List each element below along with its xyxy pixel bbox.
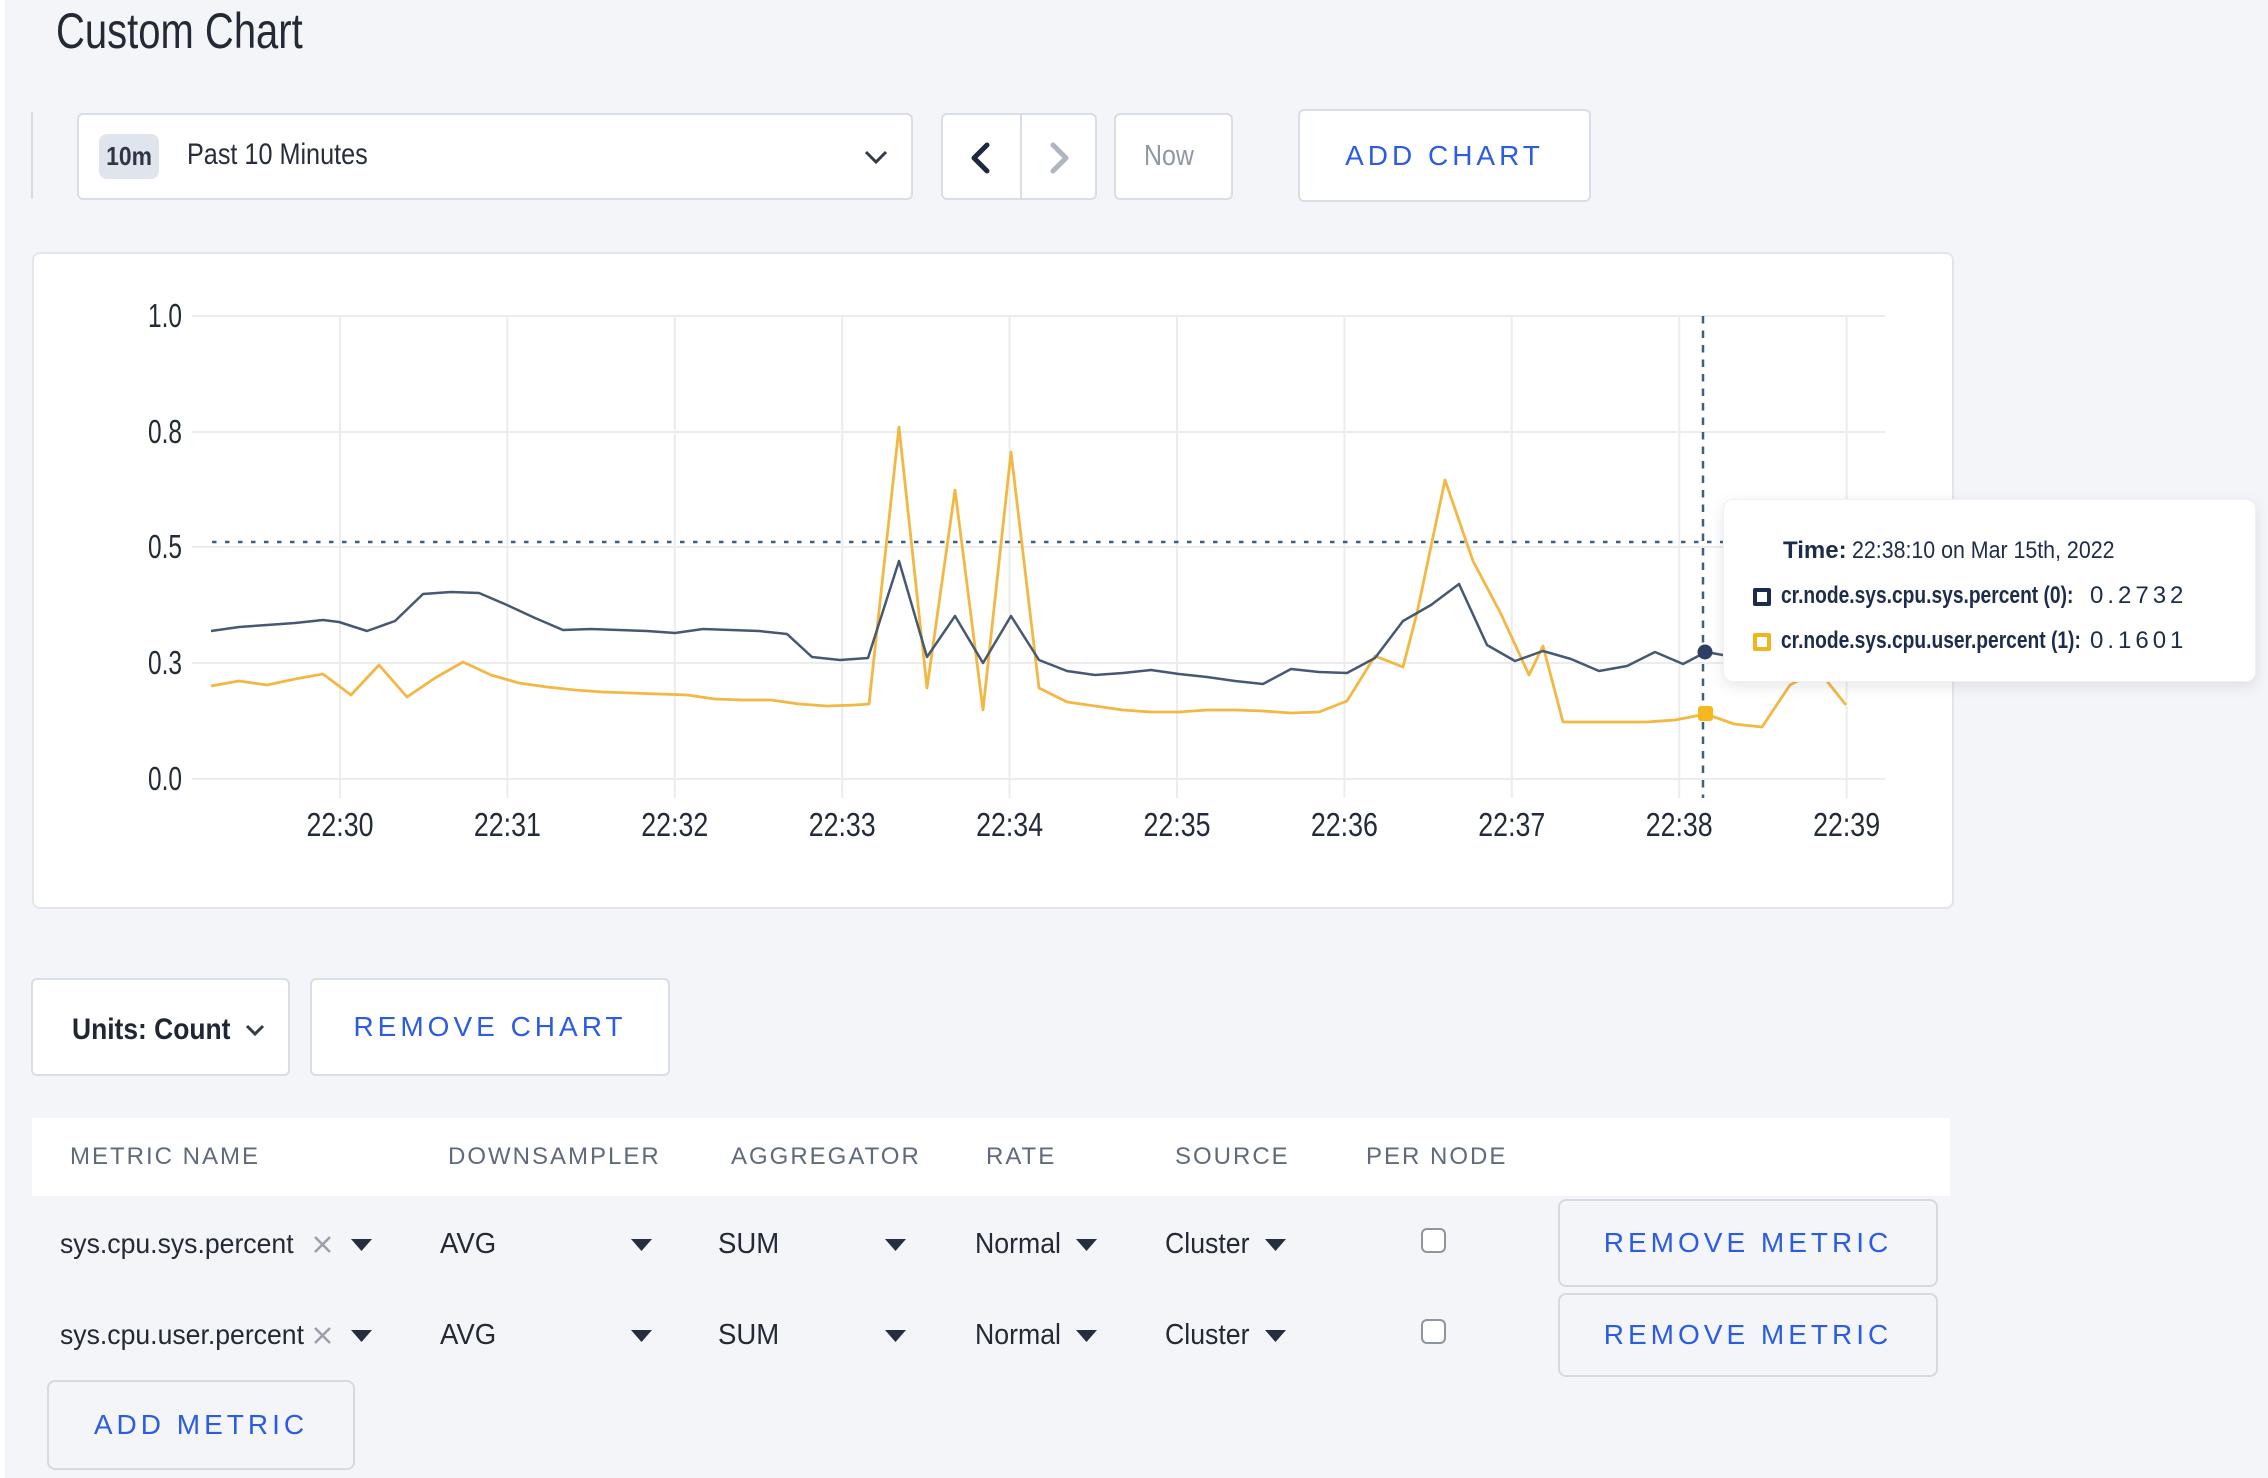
svg-text:22:30: 22:30 (307, 806, 374, 843)
svg-text:22:38: 22:38 (1646, 806, 1713, 843)
svg-text:22:39: 22:39 (1813, 806, 1880, 843)
svg-text:0.3: 0.3 (148, 644, 182, 681)
svg-text:22:35: 22:35 (1144, 806, 1211, 843)
svg-text:22:33: 22:33 (809, 806, 876, 843)
svg-text:22:37: 22:37 (1478, 806, 1545, 843)
svg-text:1.0: 1.0 (148, 297, 182, 334)
svg-text:22:31: 22:31 (474, 806, 541, 843)
svg-text:0.0: 0.0 (148, 760, 182, 797)
svg-text:0.8: 0.8 (148, 413, 182, 450)
svg-text:22:32: 22:32 (641, 806, 708, 843)
svg-text:0.5: 0.5 (148, 528, 182, 565)
svg-text:22:34: 22:34 (976, 806, 1043, 843)
svg-text:22:36: 22:36 (1311, 806, 1378, 843)
